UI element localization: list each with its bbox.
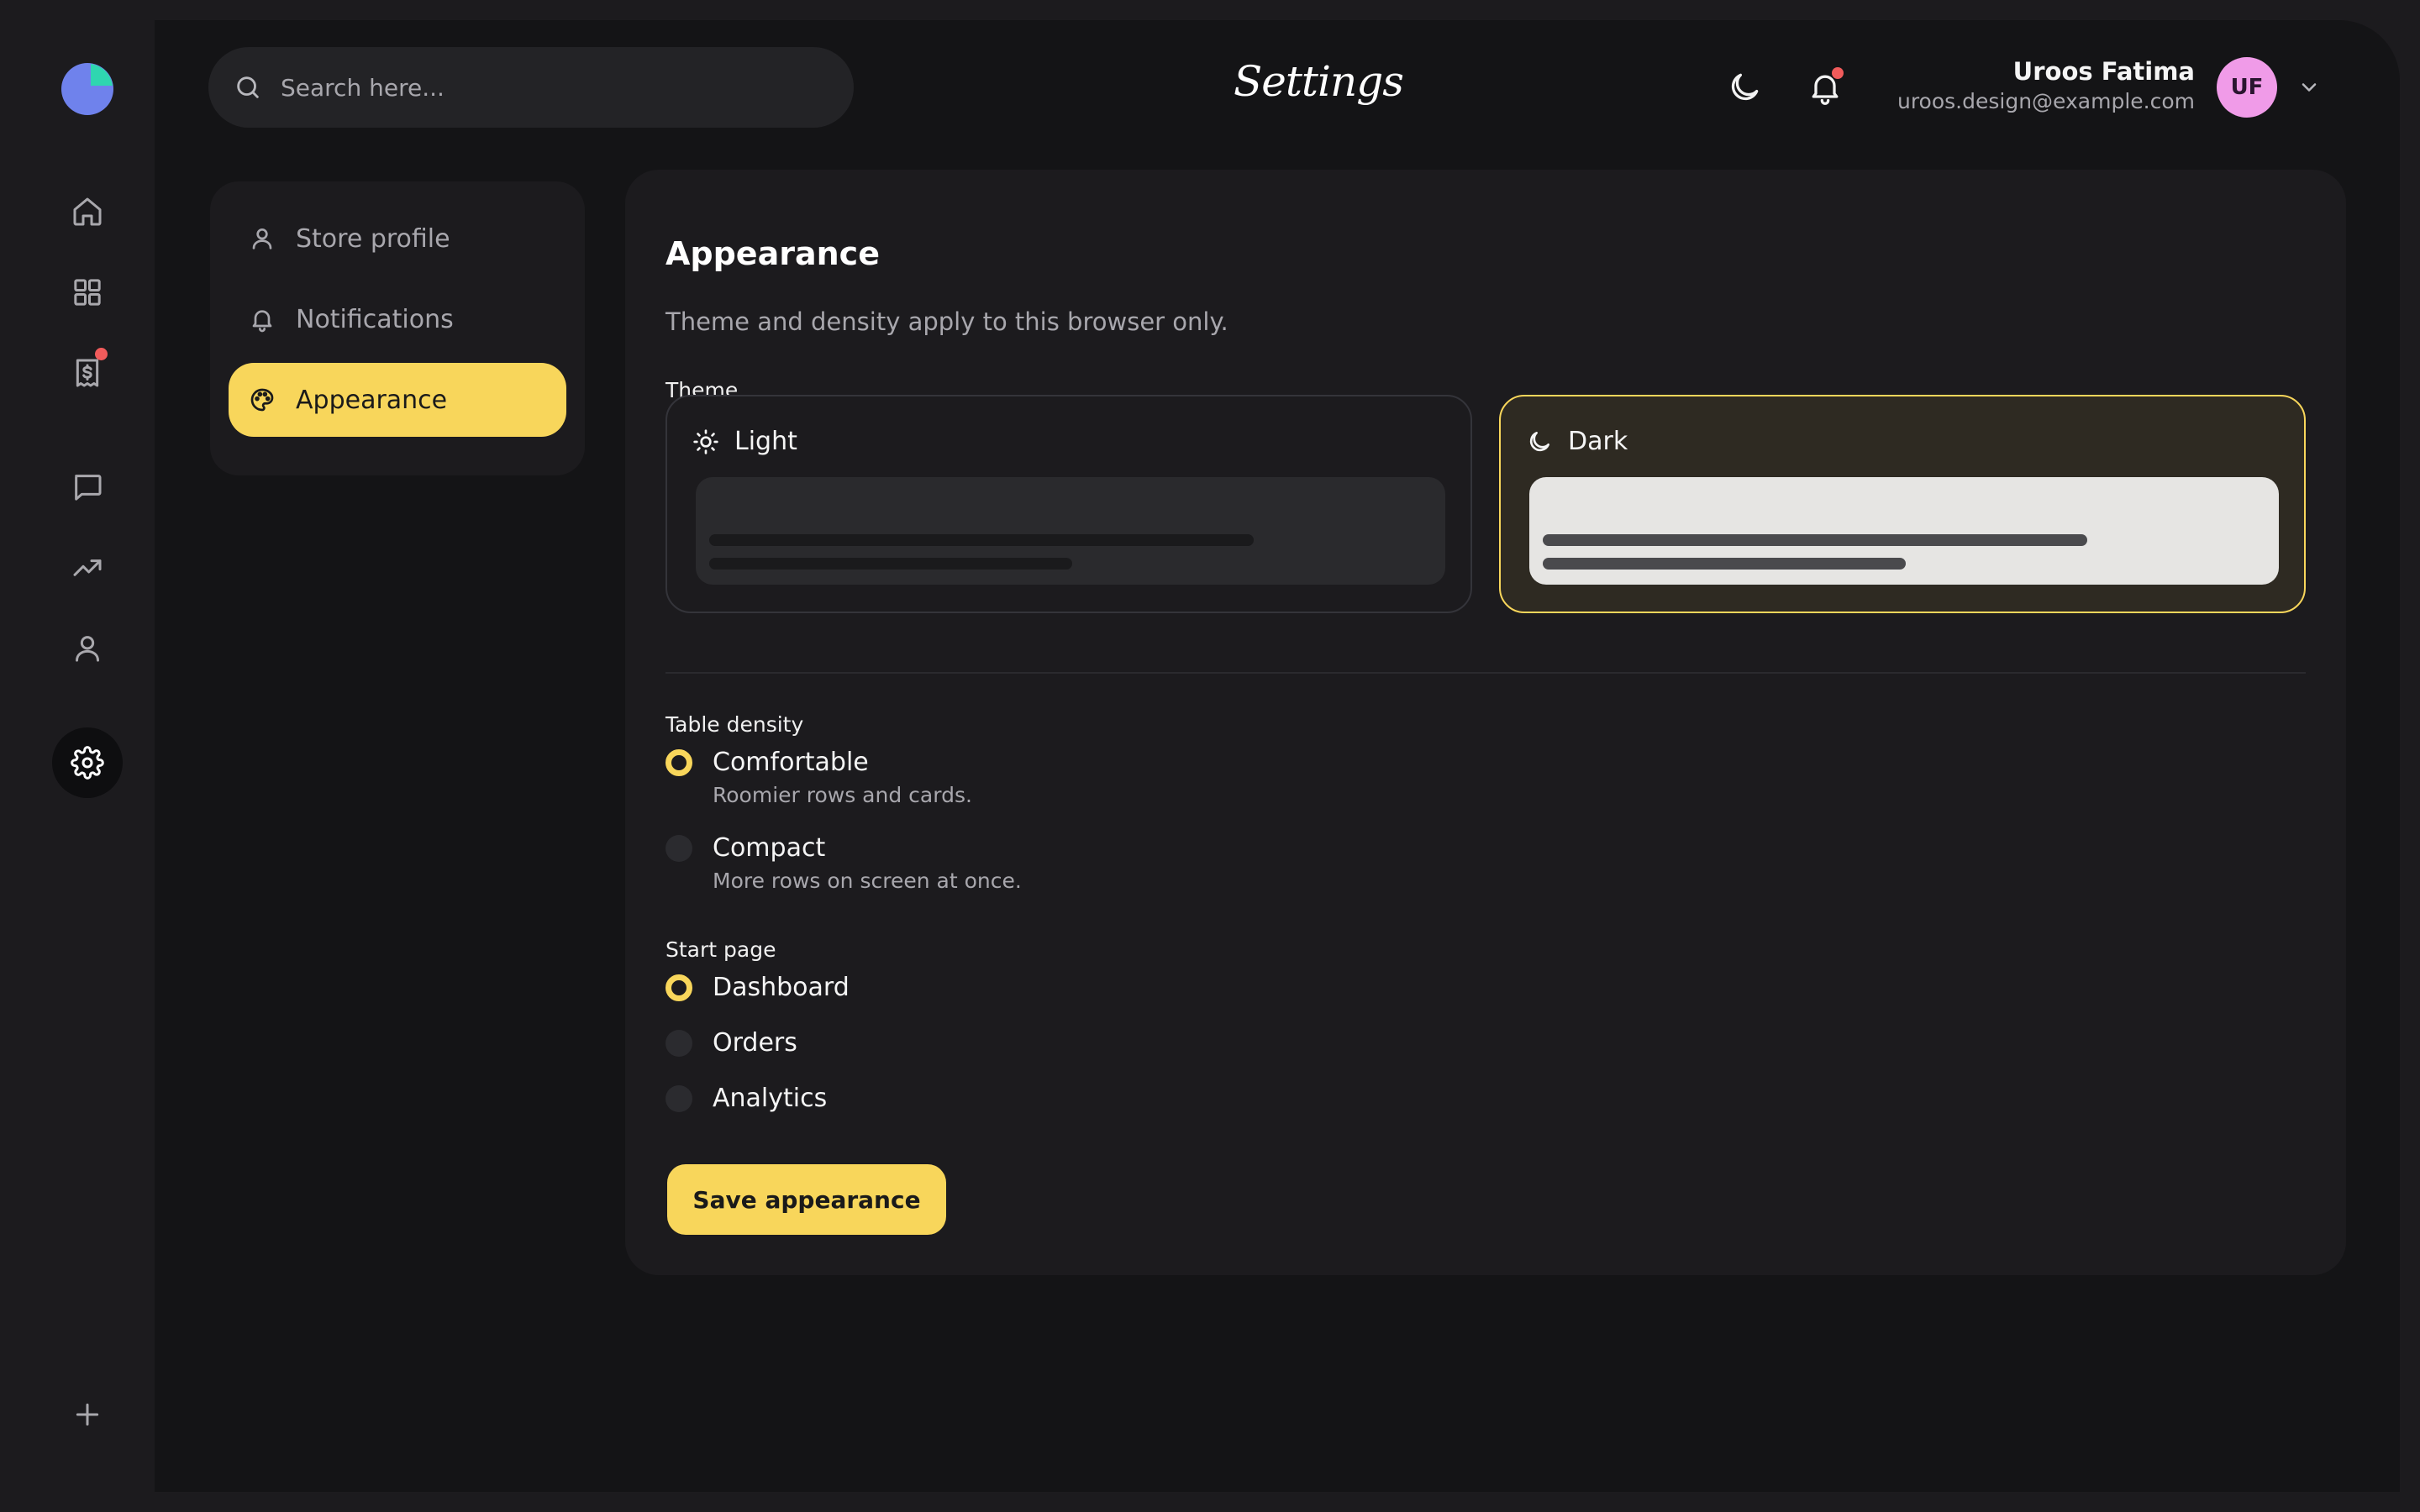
section-description: Theme and density apply to this browser … — [666, 307, 1228, 336]
bell-icon — [252, 310, 272, 333]
app-logo-icon[interactable] — [60, 62, 114, 116]
start-page-label: Start page — [666, 937, 776, 962]
menu-item-label: Store profile — [296, 223, 450, 254]
search-bar[interactable] — [208, 47, 854, 128]
menu-item-appearance[interactable]: Appearance — [229, 363, 566, 437]
sun-icon — [693, 428, 718, 454]
radio-button[interactable] — [666, 1030, 692, 1057]
moon-icon — [1529, 431, 1549, 451]
appearance-panel: Appearance Theme and density apply to th… — [625, 170, 2346, 1275]
menu-item-store-profile[interactable]: Store profile — [229, 202, 566, 276]
message-icon — [75, 475, 102, 501]
main-area: Settings Uroos Fatima uroos.design@examp… — [155, 20, 2400, 1492]
search-icon — [237, 76, 259, 98]
chevron-down-icon — [2302, 83, 2317, 92]
start-page-option-analytics[interactable]: Analytics — [666, 1084, 827, 1114]
density-option-compact[interactable]: Compact More rows on screen at once. — [666, 833, 1022, 893]
notifications-button[interactable] — [1807, 67, 1844, 106]
rail-settings[interactable] — [52, 727, 123, 798]
theme-option-header: Light — [692, 427, 797, 456]
user-name: Uroos Fatima — [2012, 57, 2195, 86]
trending-up-icon — [73, 559, 102, 576]
save-appearance-button[interactable]: Save appearance — [667, 1164, 946, 1235]
radio-button-selected[interactable] — [666, 974, 692, 1001]
theme-option-header: Dark — [1526, 427, 1628, 456]
menu-item-notifications[interactable]: Notifications — [229, 282, 566, 356]
option-label: Comfortable — [713, 748, 869, 777]
theme-preview-light — [696, 477, 1445, 585]
search-input[interactable] — [281, 73, 818, 102]
user-icon — [252, 228, 272, 249]
user-email: uroos.design@example.com — [1897, 89, 2195, 113]
alert-badge — [95, 348, 108, 360]
notification-badge — [1832, 67, 1844, 79]
preview-line — [1543, 534, 2087, 546]
theme-option-label: Dark — [1568, 427, 1628, 456]
receipt-dollar-icon — [76, 359, 99, 387]
preview-line — [709, 534, 1254, 546]
moon-icon — [1731, 73, 1759, 101]
section-title: Appearance — [666, 235, 880, 272]
grid-icon — [74, 279, 101, 306]
rail-customers[interactable] — [52, 613, 123, 684]
rail-home[interactable] — [52, 176, 123, 247]
option-label: Dashboard — [713, 973, 850, 1002]
divider — [666, 672, 2306, 674]
rail-dashboard[interactable] — [52, 257, 123, 328]
radio-button[interactable] — [666, 1085, 692, 1112]
preview-line — [1543, 558, 1906, 570]
rail-messages[interactable] — [52, 452, 123, 522]
density-option-comfortable[interactable]: Comfortable Roomier rows and cards. — [666, 748, 972, 807]
option-description: More rows on screen at once. — [713, 869, 1022, 893]
option-label: Analytics — [713, 1084, 828, 1113]
start-page-option-orders[interactable]: Orders — [666, 1028, 797, 1058]
menu-item-label: Appearance — [296, 385, 448, 415]
option-description: Roomier rows and cards. — [713, 783, 972, 807]
radio-button-selected[interactable] — [666, 749, 692, 776]
user-menu-toggle[interactable] — [2297, 76, 2321, 99]
plus-icon — [76, 1403, 99, 1426]
theme-option-light[interactable]: Light — [666, 395, 1472, 613]
palette-icon — [250, 388, 274, 412]
preview-line — [709, 558, 1072, 570]
home-icon — [73, 197, 102, 226]
gear-icon — [71, 746, 104, 780]
theme-preview-dark — [1529, 477, 2279, 585]
settings-menu: Store profile Notifications Appearance — [210, 181, 585, 475]
menu-item-label: Notifications — [296, 304, 454, 334]
user-icon — [76, 636, 99, 662]
icon-rail — [0, 0, 155, 1512]
page-title: Settings — [1234, 57, 1404, 106]
rail-analytics[interactable] — [52, 533, 123, 603]
theme-toggle-button[interactable] — [1726, 69, 1763, 106]
rail-add[interactable] — [52, 1379, 123, 1450]
theme-option-dark[interactable]: Dark — [1499, 395, 2306, 613]
avatar[interactable]: UF — [2217, 57, 2277, 118]
density-label: Table density — [666, 712, 804, 737]
option-label: Compact — [713, 833, 826, 863]
rail-billing[interactable] — [52, 338, 123, 408]
start-page-option-dashboard[interactable]: Dashboard — [666, 973, 850, 1003]
option-label: Orders — [713, 1028, 797, 1058]
theme-option-label: Light — [734, 427, 797, 456]
radio-button[interactable] — [666, 835, 692, 862]
